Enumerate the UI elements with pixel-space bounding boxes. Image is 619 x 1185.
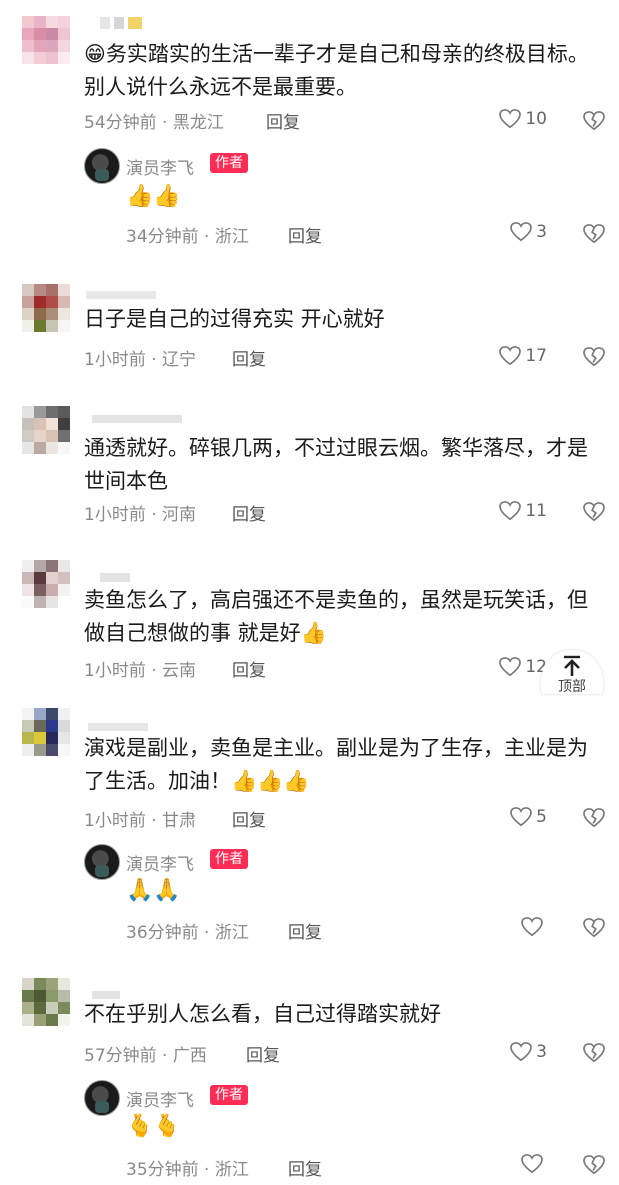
dislike-icon[interactable]: [583, 111, 605, 131]
reply-button[interactable]: 回复: [266, 108, 300, 133]
author-name[interactable]: 演员李飞: [126, 154, 194, 179]
author-avatar[interactable]: [84, 844, 120, 880]
comment-meta: 1小时前 · 云南: [84, 661, 197, 681]
heart-icon: [521, 1154, 543, 1174]
heart-icon: [510, 807, 532, 827]
reply-button[interactable]: 回复: [288, 1155, 322, 1180]
reply-emoji: 🙏🙏: [126, 878, 181, 903]
author-badge: 作者: [210, 849, 248, 869]
dislike-icon[interactable]: [583, 1043, 605, 1063]
heart-icon: [499, 109, 522, 129]
comment-meta: 57分钟前 · 广西: [84, 1046, 207, 1066]
like-count: 10: [525, 109, 547, 129]
like-button[interactable]: 17: [499, 346, 547, 366]
like-button[interactable]: 3: [510, 222, 547, 242]
comment-meta: 54分钟前 · 黑龙江: [84, 113, 224, 133]
like-count: 5: [536, 807, 547, 827]
like-button[interactable]: 3: [510, 1042, 547, 1062]
username-blurred[interactable]: [86, 284, 160, 299]
dislike-icon[interactable]: [583, 1155, 605, 1175]
back-to-top-button[interactable]: 顶部: [541, 650, 603, 695]
like-button[interactable]: [521, 917, 547, 937]
dislike-icon[interactable]: [583, 347, 605, 367]
username-blurred[interactable]: [88, 716, 152, 731]
comment-meta: 1小时前 · 甘肃: [84, 811, 197, 831]
reply-meta: 35分钟前 · 浙江: [126, 1160, 249, 1180]
heart-icon: [521, 917, 543, 937]
back-to-top-label: 顶部: [558, 679, 586, 695]
username-blurred[interactable]: [100, 14, 146, 29]
avatar[interactable]: [22, 708, 70, 756]
like-button[interactable]: 12: [499, 657, 547, 677]
dislike-icon[interactable]: [583, 918, 605, 938]
author-badge: 作者: [210, 153, 248, 173]
reply-button[interactable]: 回复: [232, 500, 266, 525]
heart-icon: [510, 1042, 532, 1062]
avatar[interactable]: [22, 16, 70, 64]
avatar[interactable]: [22, 284, 70, 332]
like-count: 11: [525, 501, 547, 521]
reply-button[interactable]: 回复: [232, 345, 266, 370]
comment-meta: 1小时前 · 河南: [84, 505, 197, 525]
reply-button[interactable]: 回复: [232, 806, 266, 831]
author-name[interactable]: 演员李飞: [126, 850, 194, 875]
arrow-up-icon: [564, 655, 580, 676]
comment-text: 日子是自己的过得充实 开心就好: [84, 307, 385, 331]
reply-button[interactable]: 回复: [246, 1041, 280, 1066]
heart-icon: [499, 346, 522, 366]
dislike-icon[interactable]: [583, 224, 605, 244]
like-button[interactable]: [521, 1154, 547, 1174]
avatar[interactable]: [22, 406, 70, 454]
author-badge: 作者: [210, 1085, 248, 1105]
heart-icon: [499, 657, 522, 677]
like-button[interactable]: 11: [499, 501, 547, 521]
reply-emoji: 🫰🫰: [126, 1114, 181, 1139]
reply-meta: 34分钟前 · 浙江: [126, 227, 249, 247]
reply-meta: 36分钟前 · 浙江: [126, 923, 249, 943]
username-blurred[interactable]: [92, 408, 186, 423]
heart-icon: [510, 222, 532, 242]
like-button[interactable]: 10: [499, 109, 547, 129]
comment-meta: 1小时前 · 辽宁: [84, 350, 197, 370]
author-avatar[interactable]: [84, 148, 120, 184]
comment-text: 卖鱼怎么了，高启强还不是卖鱼的，虽然是玩笑话，但做自己想做的事 就是好👍: [84, 588, 588, 645]
author-avatar[interactable]: [84, 1080, 120, 1116]
avatar[interactable]: [22, 560, 70, 608]
like-count: 3: [536, 1042, 547, 1062]
like-count: 3: [536, 222, 547, 242]
username-blurred[interactable]: [100, 567, 134, 582]
reply-button[interactable]: 回复: [288, 222, 322, 247]
username-blurred[interactable]: [92, 984, 124, 999]
like-button[interactable]: 5: [510, 807, 547, 827]
comment-text: 演戏是副业，卖鱼是主业。副业是为了生存，主业是为了生活。加油！👍👍👍: [84, 736, 588, 793]
reply-emoji: 👍👍: [126, 184, 181, 209]
comment-text: 不在乎别人怎么看，自己过得踏实就好: [84, 1002, 441, 1026]
like-count: 17: [525, 346, 547, 366]
reply-button[interactable]: 回复: [288, 918, 322, 943]
avatar[interactable]: [22, 978, 70, 1026]
comment-text: 通透就好。碎银几两，不过过眼云烟。繁华落尽，才是世间本色: [84, 436, 588, 493]
heart-icon: [499, 501, 522, 521]
author-name[interactable]: 演员李飞: [126, 1086, 194, 1111]
comment-text: 😁务实踏实的生活一辈子才是自己和母亲的终极目标。别人说什么永远不是最重要。: [84, 42, 589, 99]
dislike-icon[interactable]: [583, 808, 605, 828]
reply-button[interactable]: 回复: [232, 656, 266, 681]
dislike-icon[interactable]: [583, 502, 605, 522]
